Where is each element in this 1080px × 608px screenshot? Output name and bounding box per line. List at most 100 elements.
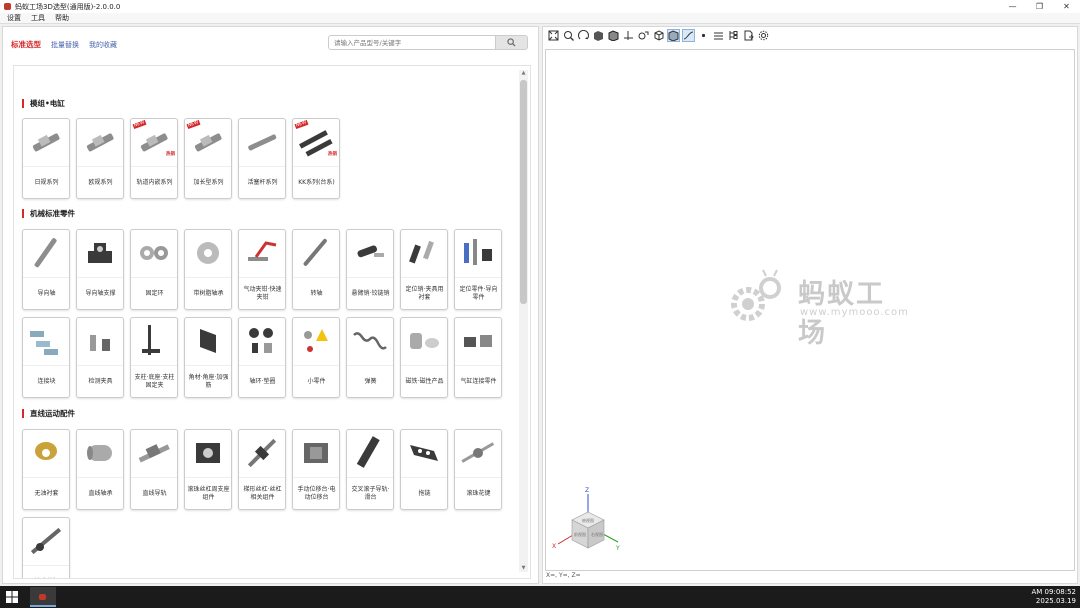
section-icon[interactable] [622,29,635,42]
menu-help[interactable]: 帮助 [55,13,69,23]
product-label: 拖链 [418,490,431,497]
toggle-clamp-icon [242,233,282,273]
product-card[interactable]: 定位销·夹具用衬套 [400,229,448,310]
fit-view-icon[interactable] [547,29,560,42]
taskbar-app-button[interactable] [30,587,56,607]
rotate-icon[interactable] [577,29,590,42]
product-card[interactable]: 磁铁·磁性产品 [400,317,448,398]
product-card[interactable]: NEW 热销 KK系列(台系) [292,118,340,199]
product-card[interactable]: 弹簧 [346,317,394,398]
product-label: 日规系列 [34,179,59,186]
product-card[interactable]: 气动夹钳·快速夹钳 [238,229,286,310]
window-controls: — ❐ ✕ [999,0,1080,13]
product-card[interactable]: 定位零件·导向零件 [454,229,502,310]
spring-icon [350,321,390,361]
card-divider [23,365,69,366]
tab-standard-selection[interactable]: 标准选型 [11,39,41,50]
guide-part-icon [458,233,498,273]
dimension-icon[interactable] [712,29,725,42]
product-card[interactable]: 连接块 [22,317,70,398]
product-label: 气缸连接零件 [460,378,497,385]
product-label: 导向轴 [37,290,56,297]
minimize-button[interactable]: — [999,0,1026,13]
product-label: 定位零件·导向零件 [459,286,498,301]
product-card[interactable]: 手动位移台·电动位移台 [292,429,340,510]
product-card[interactable]: 直线轴承 [76,429,124,510]
tab-batch-replace[interactable]: 批量替换 [51,40,79,50]
cube-view-icon[interactable] [652,29,665,42]
section-title: 模组•电缸 [22,98,65,109]
product-card[interactable]: 小零件 [292,317,340,398]
product-card[interactable]: 固定环 [130,229,178,310]
product-card[interactable]: NEW 热销 轨道内嵌系列 [130,118,178,199]
product-card[interactable]: 支柱·底座·支柱固定夹 [130,317,178,398]
hot-sale-tag: 热销 [328,152,337,157]
product-card[interactable]: 欧规系列 [76,118,124,199]
electric-cylinder-icon [242,122,282,162]
product-card[interactable]: 气缸连接零件 [454,317,502,398]
product-label: 交叉滚子导轨·滑台 [351,486,390,501]
curve-icon[interactable] [682,28,695,42]
card-divider [23,477,69,478]
search-box [328,35,528,50]
product-card[interactable]: 无油衬套 [22,429,70,510]
menu-tools[interactable]: 工具 [31,13,45,23]
zoom-window-icon[interactable] [562,29,575,42]
close-button[interactable]: ✕ [1053,0,1080,13]
product-card[interactable]: 拖链 [400,429,448,510]
product-card[interactable]: 带树脂轴承 [184,229,232,310]
card-divider [347,365,393,366]
taskbar-clock[interactable]: AM 09:08:52 2025.03.19 [1032,588,1077,606]
card-divider [131,477,177,478]
catalog-scrollbar[interactable]: ▲ ▼ [519,70,528,572]
product-label: 滚珠花键 [466,490,491,497]
product-card[interactable]: 轴环·垫圈 [238,317,286,398]
shaded-edges-icon[interactable] [607,29,620,42]
product-card[interactable]: 悬臂销·铰链销 [346,229,394,310]
card-divider [455,477,501,478]
product-card[interactable]: 转轴 [292,229,340,310]
cross-roller-icon [350,433,390,473]
search-input[interactable] [329,36,495,49]
product-card[interactable]: 日规系列 [22,118,70,199]
inspection-jig-icon [80,321,120,361]
wireframe-icon[interactable] [667,28,680,42]
rotary-shaft-icon [296,233,336,273]
product-card[interactable]: 直线导轨 [130,429,178,510]
point-icon[interactable] [697,29,710,42]
card-divider [401,365,447,366]
product-card[interactable]: 角材·角座·加强筋 [184,317,232,398]
scroll-thumb[interactable] [520,80,527,304]
settings-gear-icon[interactable] [757,29,770,42]
cube-face-right: 右视图 [591,531,603,537]
3d-viewport[interactable]: 蚂蚁工场 www.mymooo.com Z X Y 俯视图 前视图 右视图 [545,49,1075,571]
product-label: 弹簧 [364,378,377,385]
maximize-button[interactable]: ❐ [1026,0,1053,13]
scroll-up-icon[interactable]: ▲ [519,70,528,77]
scroll-down-icon[interactable]: ▼ [519,565,528,572]
export-icon[interactable] [742,29,755,42]
product-label: 检测夹具 [88,378,113,385]
axis-triad: Z X Y 俯视图 前视图 右视图 [552,487,620,552]
card-divider [77,365,123,366]
search-button[interactable] [495,36,527,49]
product-card[interactable]: 导向轴支撑 [76,229,124,310]
clock-time: AM 09:08:52 [1031,588,1077,596]
product-card[interactable]: 检测夹具 [76,317,124,398]
tree-icon[interactable] [727,29,740,42]
product-card[interactable]: 滚珠丝杠周支座组件 [184,429,232,510]
linear-module-icon [80,122,120,162]
axis-label-x: X [552,543,556,550]
product-card[interactable]: 梯形丝杠·丝杠相关组件 [238,429,286,510]
product-card[interactable]: 滚珠花键 [454,429,502,510]
product-card[interactable]: NEW 加长型系列 [184,118,232,199]
product-card[interactable]: 导向轴 [22,229,70,310]
windows-start-icon[interactable] [6,591,18,603]
tab-favorites[interactable]: 我的收藏 [89,40,117,50]
measure-icon[interactable] [637,29,650,42]
shaded-icon[interactable] [592,29,605,42]
product-card[interactable]: 交叉滚子导轨·滑台 [346,429,394,510]
menu-settings[interactable]: 设置 [7,13,21,23]
product-card[interactable]: 滚珠丝杠 [22,517,70,578]
product-card[interactable]: 活塞杆系列 [238,118,286,199]
